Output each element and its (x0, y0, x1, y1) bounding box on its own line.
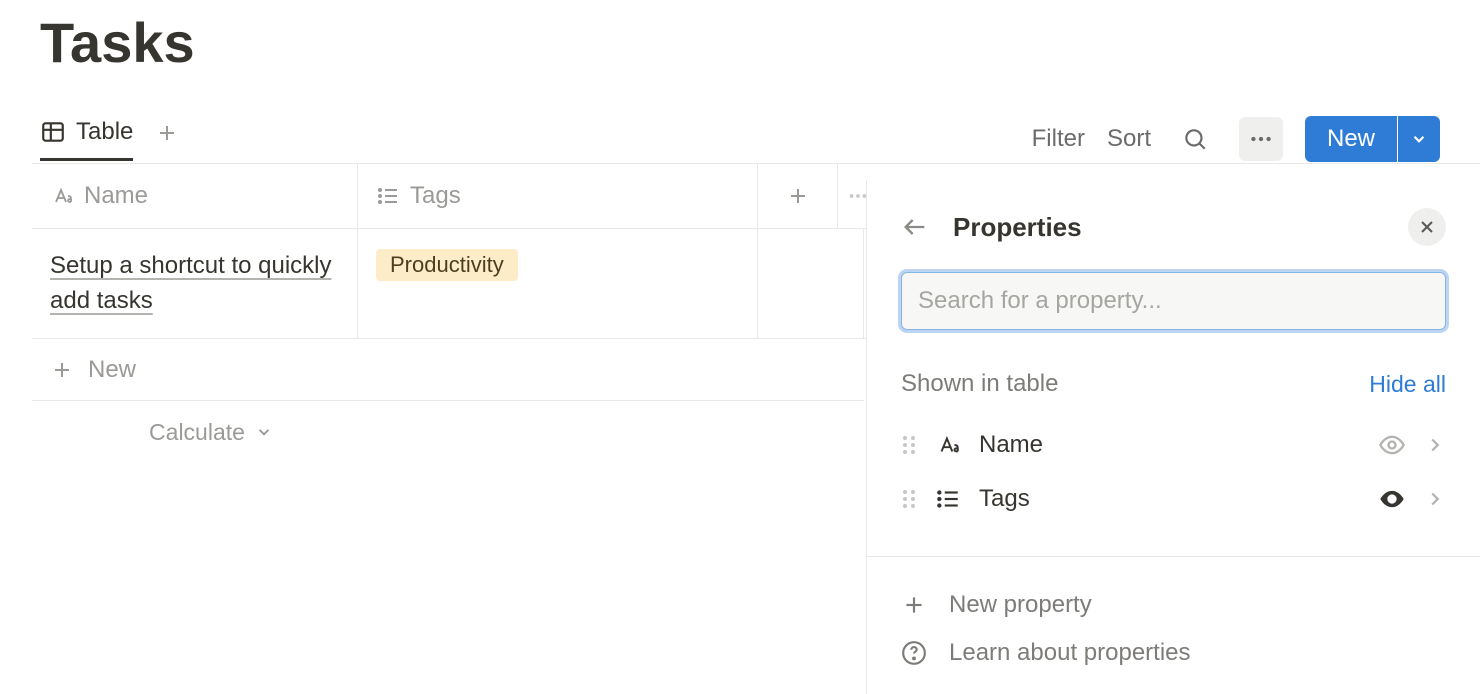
section-label: Shown in table (901, 370, 1058, 398)
chevron-right-icon (1424, 434, 1446, 456)
search-button[interactable] (1173, 117, 1217, 161)
new-button-dropdown[interactable] (1398, 116, 1440, 162)
drag-handle-icon[interactable] (901, 488, 917, 510)
arrow-left-icon (901, 213, 929, 241)
plus-icon (50, 358, 74, 382)
column-header-name[interactable]: Name (32, 164, 358, 228)
sort-button[interactable]: Sort (1107, 125, 1151, 153)
property-row-tags[interactable]: Tags (901, 472, 1446, 526)
column-header-tags[interactable]: Tags (358, 164, 758, 228)
text-type-icon (935, 432, 961, 458)
tab-label: Table (76, 118, 133, 146)
calculate-label: Calculate (149, 419, 245, 446)
view-tabs: Table (40, 118, 179, 161)
search-icon (1182, 126, 1208, 152)
page-title: Tasks (0, 0, 1480, 75)
table-icon (40, 119, 66, 145)
close-icon (1417, 217, 1437, 237)
property-row-name[interactable]: Name (901, 418, 1446, 472)
cell-empty[interactable] (758, 229, 864, 338)
chevron-down-icon (255, 423, 273, 441)
back-button[interactable] (901, 213, 929, 241)
new-button-group: New (1305, 116, 1440, 162)
filter-button[interactable]: Filter (1032, 125, 1085, 153)
tag-pill: Productivity (376, 249, 518, 281)
chevron-right-icon (1424, 488, 1446, 510)
text-type-icon (50, 184, 74, 208)
section-header: Shown in table Hide all (901, 370, 1446, 398)
plus-icon (901, 592, 927, 618)
new-row-label: New (88, 356, 136, 384)
add-view-button[interactable] (155, 121, 179, 157)
more-options-button[interactable] (1239, 117, 1283, 161)
properties-panel: Properties Shown in table Hide all Name (866, 180, 1480, 694)
column-label: Tags (410, 182, 461, 210)
cell-tags[interactable]: Productivity (358, 229, 758, 338)
new-row-button[interactable]: New (32, 339, 864, 401)
plus-icon (155, 121, 179, 145)
list-icon (376, 184, 400, 208)
new-property-label: New property (949, 591, 1092, 619)
panel-header: Properties (901, 208, 1446, 246)
panel-title: Properties (953, 212, 1082, 243)
property-label: Tags (979, 485, 1360, 513)
plus-icon (786, 184, 810, 208)
help-icon (901, 640, 927, 666)
learn-link[interactable]: Learn about properties (901, 629, 1446, 677)
hide-all-button[interactable]: Hide all (1369, 371, 1446, 398)
property-search-input[interactable] (901, 272, 1446, 330)
list-icon (935, 486, 961, 512)
tab-table[interactable]: Table (40, 118, 133, 161)
calculate-button[interactable]: Calculate (32, 401, 390, 463)
column-label: Name (84, 182, 148, 210)
drag-handle-icon[interactable] (901, 434, 917, 456)
visibility-toggle[interactable] (1378, 485, 1406, 513)
new-button[interactable]: New (1305, 116, 1397, 162)
task-title: Setup a shortcut to quickly add tasks (50, 249, 339, 319)
ellipsis-icon (1248, 126, 1274, 152)
property-label: Name (979, 431, 1360, 459)
cell-name[interactable]: Setup a shortcut to quickly add tasks (32, 229, 358, 338)
toolbar-actions: Filter Sort New (1032, 116, 1440, 162)
visibility-toggle[interactable] (1378, 431, 1406, 459)
chevron-down-icon (1410, 130, 1428, 148)
learn-link-label: Learn about properties (949, 639, 1191, 667)
divider (867, 556, 1480, 557)
toolbar: Table Filter Sort New (0, 115, 1480, 163)
new-property-button[interactable]: New property (901, 581, 1446, 629)
add-column-button[interactable] (758, 164, 838, 228)
close-button[interactable] (1408, 208, 1446, 246)
